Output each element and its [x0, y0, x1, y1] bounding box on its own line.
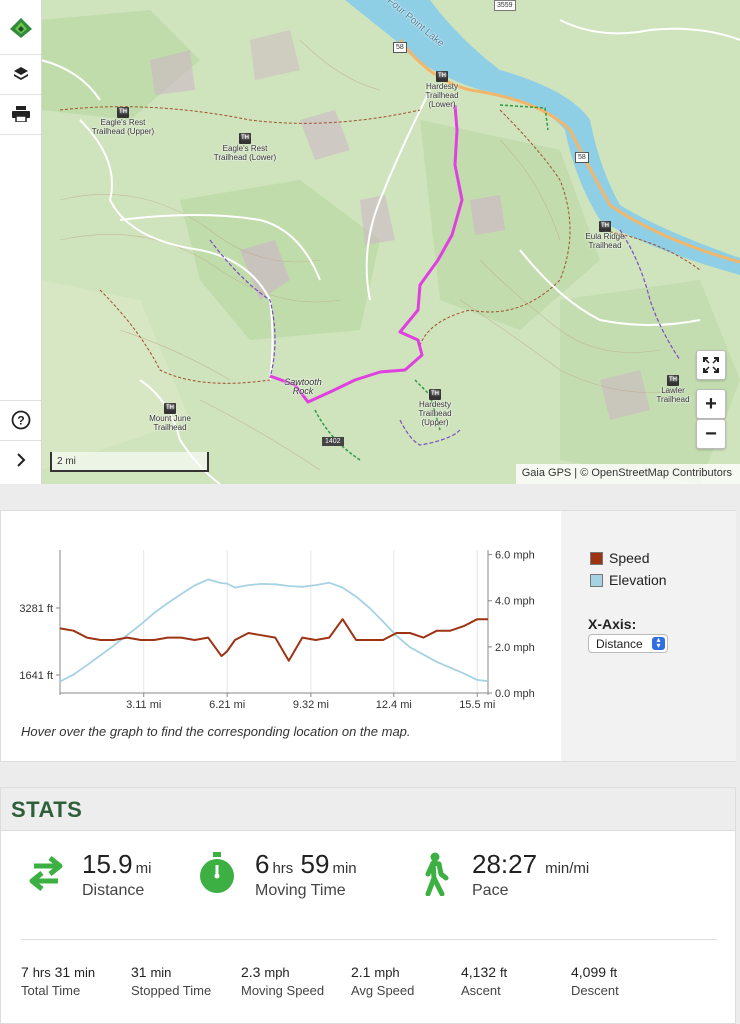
select-arrows-icon: ▴ ▾ [652, 636, 665, 650]
stats-header: STATS [1, 788, 735, 831]
legend-elevation-label: Elevation [609, 572, 667, 588]
xaxis-select-value: Distance [596, 637, 643, 651]
moving-time-value: 6 hrs 59 min [255, 849, 357, 879]
x-tick-label: 12.4 mi [376, 699, 412, 711]
hiker-icon [425, 852, 449, 896]
map-label-eagles-rest-lower: TH Eagle's Rest Trailhead (Lower) [213, 133, 277, 162]
avg-speed-value: 2.1 mph [351, 964, 400, 980]
elevation-speed-chart[interactable]: 3281 ft 1641 ft 6.0 mph 4.0 mph 2.0 mph 0.0 m… [0, 530, 560, 740]
y-left-tick-label: 3281 ft [19, 603, 53, 615]
legend-speed-label: Speed [609, 550, 650, 566]
zoom-in-button[interactable]: + [696, 389, 726, 419]
y-right-tick-label: 6.0 mph [495, 550, 535, 562]
scale-label: 2 mi [57, 456, 76, 467]
chevron-right-icon[interactable] [0, 440, 41, 480]
total-time-label: Total Time [21, 983, 81, 998]
distance-label: Distance [82, 882, 145, 899]
graph-hint: Hover over the graph to find the corresp… [21, 724, 411, 739]
road-shield-3559: 3559 [494, 0, 516, 11]
y-right-tick-label: 2.0 mph [495, 642, 535, 654]
help-icon[interactable]: ? [0, 400, 41, 440]
map-label-mount-june: TH Mount June Trailhead [149, 403, 191, 432]
xaxis-label: X-Axis: [588, 616, 637, 632]
fullscreen-button[interactable] [696, 350, 726, 380]
legend-speed: Speed [590, 550, 649, 566]
gaia-logo-icon[interactable] [0, 8, 41, 48]
legend-elevation: Elevation [590, 572, 667, 588]
map-attribution: Gaia GPS | © OpenStreetMap Contributors [515, 464, 740, 484]
avg-speed-label: Avg Speed [351, 983, 415, 998]
stopped-time-value: 31 min [131, 964, 172, 980]
fullscreen-icon [703, 357, 719, 373]
x-tick-label: 9.32 mi [293, 699, 329, 711]
ascent-label: Ascent [461, 983, 501, 998]
y-right-tick-label: 4.0 mph [495, 596, 535, 608]
map-label-hardesty-lower: TH Hardesty Trailhead (Lower) [425, 71, 459, 109]
distance-arrows-icon [29, 856, 63, 891]
elevation-line [59, 578, 489, 683]
descent-label: Descent [571, 983, 619, 998]
moving-speed-value: 2.3 mph [241, 964, 290, 980]
zoom-out-button[interactable]: − [696, 419, 726, 449]
road-shield-58: 58 [575, 152, 589, 163]
moving-speed-label: Moving Speed [241, 983, 325, 998]
stats-divider [21, 939, 717, 940]
layers-icon[interactable] [0, 54, 41, 94]
pace-label: Pace [472, 882, 509, 899]
stopped-time-label: Stopped Time [131, 983, 212, 998]
y-left-tick-label: 1641 ft [19, 670, 53, 682]
pace-value: 28:27 min/mi [472, 849, 590, 879]
stats-title: STATS [11, 797, 83, 822]
map-view[interactable]: Four Point Lake TH Hardesty Trailhead (Lo… [0, 0, 740, 484]
road-shield-1402: 1402 [322, 437, 344, 446]
descent-value: 4,099 ft [571, 964, 618, 980]
map-label-hardesty-upper: TH Hardesty Trailhead (Upper) [418, 389, 452, 427]
stopwatch-icon [200, 852, 234, 893]
ascent-value: 4,132 ft [461, 964, 508, 980]
x-tick-label: 3.11 mi [126, 699, 161, 711]
y-right-tick-label: 0.0 mph [495, 688, 535, 700]
total-time-value: 7 hrs 31 min [21, 964, 96, 980]
legend-elevation-swatch [590, 574, 603, 587]
svg-text:?: ? [17, 414, 24, 428]
map-label-sawtooth-rock: Sawtooth Rock [284, 377, 322, 396]
scale-bar: 2 mi [50, 452, 209, 472]
legend-speed-swatch [590, 552, 603, 565]
map-label-eula-ridge: TH Eula Ridge Trailhead [585, 221, 625, 250]
print-icon[interactable] [0, 94, 41, 134]
map-toolbar: ? [0, 0, 42, 484]
map-label-lawler: TH Lawler Trailhead [656, 375, 690, 404]
x-tick-label: 6.21 mi [209, 699, 245, 711]
map-label-eagles-rest-upper: TH Eagle's Rest Trailhead (Upper) [91, 107, 155, 136]
distance-value: 15.9 mi [82, 849, 152, 879]
xaxis-select[interactable]: Distance ▴ ▾ [588, 634, 668, 653]
x-tick-label: 15.5 mi [459, 699, 495, 711]
road-shield-58: 58 [393, 42, 407, 53]
moving-time-label: Moving Time [255, 882, 346, 899]
